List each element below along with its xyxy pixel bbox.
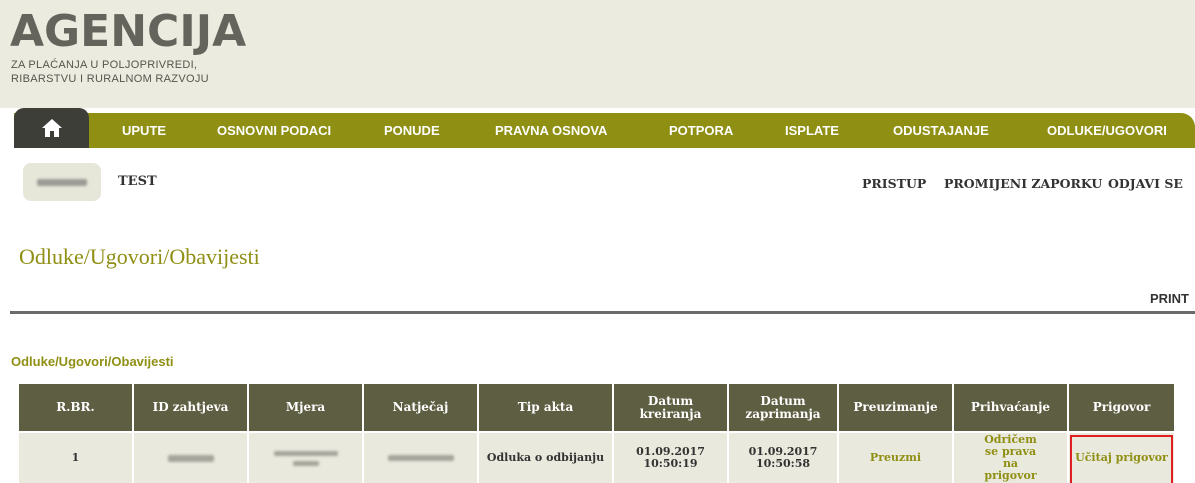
nav-item-isplate[interactable]: ISPLATE (785, 113, 839, 148)
cell-tip-akta: Odluka o odbijanju (479, 433, 612, 483)
cell-datum-kreiranja: 01.09.2017 10:50:19 (614, 433, 727, 483)
col-header-rbr: R.BR. (19, 384, 132, 431)
cell-prihvacanje: Odričem se prava na prigovor (954, 433, 1067, 483)
redacted-mjera-line2 (292, 460, 319, 466)
cell-rbr: 1 (19, 433, 132, 483)
nav-item-upute[interactable]: UPUTE (122, 113, 166, 148)
print-link[interactable]: PRINT (1150, 291, 1189, 306)
logo-subtitle: ZA PLAĆANJA U POLJOPRIVREDI, RIBARSTVU I… (11, 58, 209, 86)
cell-datum-zaprimanja: 01.09.2017 10:50:58 (729, 433, 837, 483)
col-header-preuzimanje: Preuzimanje (839, 384, 952, 431)
nav-item-odluke-ugovori[interactable]: ODLUKE/UGOVORI (1047, 113, 1167, 148)
nav-items: UPUTE OSNOVNI PODACI PONUDE PRAVNA OSNOV… (0, 113, 1195, 148)
cell-natjecaj (364, 433, 477, 483)
odricem-se-link[interactable]: Odričem se prava na prigovor (980, 434, 1041, 482)
nav-item-pravna-osnova[interactable]: PRAVNA OSNOVA (495, 113, 607, 148)
nav-item-osnovni-podaci[interactable]: OSNOVNI PODACI (217, 113, 331, 148)
redacted-id (167, 454, 214, 462)
cell-preuzimanje: Preuzmi (839, 433, 952, 483)
logo-subtitle-line1: ZA PLAĆANJA U POLJOPRIVREDI, (11, 59, 198, 71)
user-id-badge (23, 163, 101, 201)
col-header-natjecaj: Natječaj (364, 384, 477, 431)
divider (10, 311, 1195, 314)
col-header-mjera: Mjera (249, 384, 362, 431)
nav-item-odustajanje[interactable]: ODUSTAJANJE (893, 113, 989, 148)
page-title: Odluke/Ugovori/Obavijesti (19, 244, 260, 269)
col-header-prihvacanje: Prihvaćanje (954, 384, 1067, 431)
cell-mjera (249, 433, 362, 483)
nav-item-potpora[interactable]: POTPORA (669, 113, 733, 148)
decisions-table: R.BR. ID zahtjeva Mjera Natječaj Tip akt… (19, 384, 1174, 483)
section-title: Odluke/Ugovori/Obavijesti (11, 354, 174, 369)
nav-item-ponude[interactable]: PONUDE (384, 113, 440, 148)
link-odjavi-se[interactable]: ODJAVI SE (1108, 176, 1183, 191)
logo-subtitle-line2: RIBARSTVU I RURALNOM RAZVOJU (11, 73, 209, 85)
link-promijeni-zaporku[interactable]: PROMIJENI ZAPORKU (944, 176, 1102, 191)
col-header-tip-akta: Tip akta (479, 384, 612, 431)
link-pristup[interactable]: PRISTUP (862, 176, 926, 191)
redacted-mjera-line1 (273, 450, 338, 456)
site-header: AGENCIJA ZA PLAĆANJA U POLJOPRIVREDI, RI… (0, 0, 1195, 108)
user-name: TEST (118, 174, 157, 189)
user-id-redacted (37, 179, 87, 186)
logo-title[interactable]: AGENCIJA (10, 10, 246, 54)
cell-id-zahtjeva (134, 433, 247, 483)
redacted-natjecaj (387, 455, 454, 461)
col-header-prigovor: Prigovor (1069, 384, 1174, 431)
highlight-box (1070, 435, 1173, 483)
col-header-id-zahtjeva: ID zahtjeva (134, 384, 247, 431)
col-header-datum-kreiranja: Datum kreiranja (614, 384, 727, 431)
preuzmi-link[interactable]: Preuzmi (870, 452, 921, 464)
col-header-datum-zaprimanja: Datum zaprimanja (729, 384, 837, 431)
